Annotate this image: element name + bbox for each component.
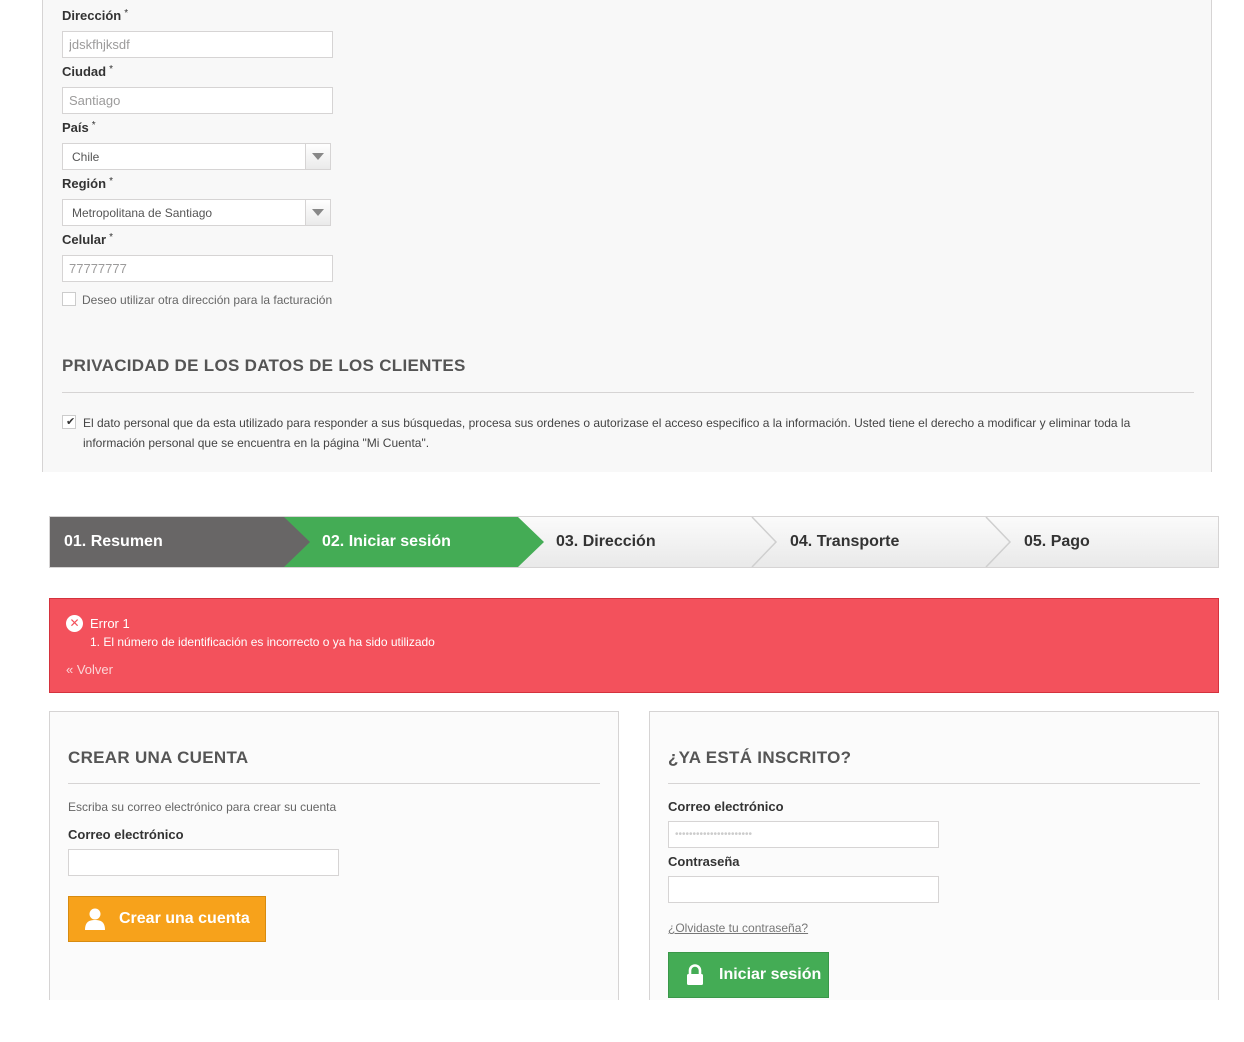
step-separator: [985, 517, 1012, 567]
address-form-panel: Dirección* Ciudad* País* Chile Región* M…: [42, 0, 1212, 472]
region-select[interactable]: Metropolitana de Santiago: [62, 199, 331, 226]
step-label: 01. Resumen: [64, 533, 163, 550]
back-link[interactable]: « Volver: [66, 662, 113, 677]
step-pago[interactable]: 05. Pago: [1024, 517, 1214, 567]
step-separator: [751, 517, 778, 567]
lock-icon: [687, 964, 703, 985]
step-label: 02. Iniciar sesión: [322, 533, 451, 550]
create-account-title: CREAR UNA CUENTA: [68, 748, 249, 767]
privacy-text: El dato personal que da esta utilizado p…: [83, 416, 1131, 450]
create-account-box: CREAR UNA CUENTA Escriba su correo elect…: [49, 711, 619, 1000]
direccion-input[interactable]: [62, 31, 333, 58]
create-account-instructions: Escriba su correo electrónico para crear…: [68, 800, 337, 814]
password-input[interactable]: [668, 876, 939, 903]
ciudad-label: Ciudad *: [62, 64, 113, 79]
celular-input[interactable]: [62, 255, 333, 282]
login-box: ¿YA ESTÁ INSCRITO? Correo electrónico Co…: [649, 711, 1219, 1000]
user-icon: [85, 908, 105, 930]
divider: [62, 392, 1194, 393]
chevron-down-icon[interactable]: [305, 200, 330, 225]
close-circle-icon: ✕: [66, 615, 83, 632]
step-label: 05. Pago: [1024, 533, 1090, 550]
step-direccion[interactable]: 03. Dirección: [556, 517, 776, 567]
billing-address-label: Deseo utilizar otra dirección para la fa…: [82, 293, 333, 307]
chevron-down-icon[interactable]: [305, 144, 330, 169]
divider: [68, 783, 600, 784]
login-title: ¿YA ESTÁ INSCRITO?: [668, 748, 852, 767]
login-button[interactable]: Iniciar sesión: [668, 952, 829, 998]
error-alert: ✕ Error 1 1. El número de identificación…: [49, 598, 1219, 693]
billing-address-checkbox[interactable]: [62, 292, 76, 306]
create-email-input[interactable]: [68, 849, 339, 876]
step-arrow: [518, 517, 544, 567]
create-email-label: Correo electrónico: [68, 827, 184, 842]
celular-label: Celular *: [62, 232, 113, 247]
step-resumen[interactable]: 01. Resumen: [50, 517, 284, 567]
checkout-steps: 01. Resumen 02. Iniciar sesión 03. Direc…: [49, 516, 1219, 568]
step-transporte[interactable]: 04. Transporte: [790, 517, 1010, 567]
region-selected-value: Metropolitana de Santiago: [72, 206, 213, 220]
create-account-button-label: Crear una cuenta: [119, 910, 250, 927]
checkmark-icon: ✔: [66, 416, 76, 428]
login-email-input[interactable]: [668, 821, 939, 848]
region-label: Región *: [62, 176, 113, 191]
pais-label: País *: [62, 120, 96, 135]
step-arrow: [284, 517, 310, 567]
password-label: Contraseña: [668, 854, 740, 869]
login-email-label: Correo electrónico: [668, 799, 784, 814]
error-item: 1. El número de identificación es incorr…: [90, 635, 435, 649]
ciudad-input[interactable]: [62, 87, 333, 114]
privacy-title: PRIVACIDAD DE LOS DATOS DE LOS CLIENTES: [62, 356, 466, 375]
direccion-label: Dirección *: [62, 8, 129, 23]
step-label: 03. Dirección: [556, 533, 656, 550]
divider: [668, 783, 1200, 784]
pais-selected-value: Chile: [72, 150, 100, 164]
login-button-label: Iniciar sesión: [719, 966, 822, 983]
create-account-button[interactable]: Crear una cuenta: [68, 896, 266, 942]
forgot-password-link[interactable]: ¿Olvidaste tu contraseña?: [668, 921, 808, 935]
error-title: Error 1: [90, 616, 130, 631]
step-label: 04. Transporte: [790, 533, 900, 550]
pais-select[interactable]: Chile: [62, 143, 331, 170]
privacy-checkbox[interactable]: ✔: [62, 415, 76, 429]
step-iniciar-sesion[interactable]: 02. Iniciar sesión: [284, 517, 518, 567]
